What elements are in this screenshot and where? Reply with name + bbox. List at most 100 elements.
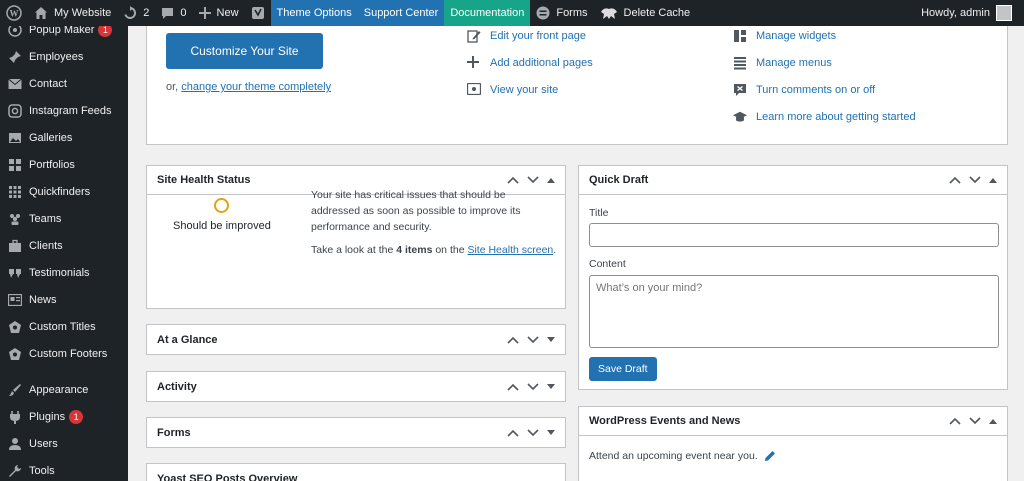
sidebar-item-custom-footers[interactable]: Custom Footers	[0, 340, 128, 367]
move-up-icon[interactable]	[507, 429, 519, 437]
sidebar-item-appearance[interactable]: Appearance	[0, 376, 128, 403]
sidebar-item-popup-maker[interactable]: Popup Maker 1	[0, 26, 128, 43]
delete-cache-label: Delete Cache	[623, 7, 691, 19]
move-up-icon[interactable]	[507, 176, 519, 184]
collapse-toggle-icon[interactable]	[547, 177, 555, 183]
delete-cache-link[interactable]: Delete Cache	[594, 0, 697, 26]
manage-menus-link[interactable]: Manage menus	[733, 56, 832, 70]
move-up-icon[interactable]	[949, 176, 961, 184]
move-down-icon[interactable]	[527, 382, 539, 391]
sidebar-item-label: Portfolios	[29, 158, 75, 171]
documentation-link[interactable]: Documentation	[444, 0, 531, 26]
yoast-menu[interactable]	[245, 0, 271, 26]
add-pages-label: Add additional pages	[490, 57, 593, 69]
getting-started-link[interactable]: Learn more about getting started	[733, 110, 916, 124]
move-up-icon[interactable]	[949, 417, 961, 425]
sidebar-item-portfolios[interactable]: Portfolios	[0, 151, 128, 178]
move-down-icon[interactable]	[527, 428, 539, 437]
comments-menu[interactable]: 0	[155, 0, 192, 26]
admin-icon	[8, 347, 22, 361]
site-name-menu[interactable]: My Website	[28, 0, 117, 26]
getting-started-label: Learn more about getting started	[756, 111, 916, 123]
move-down-icon[interactable]	[527, 176, 539, 184]
sidebar-item-contact[interactable]: Contact	[0, 70, 128, 97]
move-down-icon[interactable]	[527, 335, 539, 344]
expand-toggle-icon[interactable]	[547, 336, 555, 343]
add-pages-link[interactable]: Add additional pages	[467, 56, 593, 70]
sidebar-item-label: News	[29, 293, 57, 306]
sidebar-item-news[interactable]: News	[0, 286, 128, 313]
sidebar-item-teams[interactable]: Teams	[0, 205, 128, 232]
toggle-comments-link[interactable]: Turn comments on or off	[733, 83, 875, 97]
sidebar-item-custom-titles[interactable]: Custom Titles	[0, 313, 128, 340]
activity-widget: Activity	[146, 371, 566, 402]
widget-header[interactable]: Activity	[147, 372, 565, 401]
sidebar-item-users[interactable]: Users	[0, 430, 128, 457]
change-theme-link[interactable]: change your theme completely	[181, 81, 331, 93]
education-icon	[733, 110, 747, 124]
health-message: Your site has critical issues that shoul…	[311, 189, 521, 233]
support-center-link[interactable]: Support Center	[357, 0, 445, 26]
draft-content-textarea[interactable]	[589, 275, 999, 348]
edit-location-icon[interactable]	[764, 450, 776, 462]
widget-title: Activity	[157, 380, 197, 393]
briefcase-icon	[8, 239, 22, 253]
wordpress-logo-button[interactable]: W	[0, 0, 28, 26]
sidebar-item-label: Custom Titles	[29, 320, 96, 333]
sidebar-item-tools[interactable]: Tools	[0, 457, 128, 481]
customize-site-button[interactable]: Customize Your Site	[166, 33, 323, 69]
account-menu[interactable]: Howdy, admin	[915, 0, 1024, 26]
manage-menus-label: Manage menus	[756, 57, 832, 69]
health-status-label: Should be improved	[173, 220, 271, 232]
sidebar-item-label: Plugins	[29, 410, 66, 423]
updates-count: 2	[143, 7, 150, 19]
sidebar-item-clients[interactable]: Clients	[0, 232, 128, 259]
save-draft-button[interactable]: Save Draft	[589, 357, 657, 381]
sidebar-item-plugins[interactable]: Plugins 1	[0, 403, 128, 430]
mail-icon	[8, 77, 22, 91]
sidebar-item-instagram-feeds[interactable]: Instagram Feeds	[0, 97, 128, 124]
draft-title-input[interactable]	[589, 223, 999, 247]
yoast-icon	[251, 6, 265, 20]
on-the-text: on the	[435, 244, 465, 256]
collapse-toggle-icon[interactable]	[989, 418, 997, 424]
welcome-panel: Customize Your Site or, change your them…	[146, 26, 1008, 145]
view-site-icon	[467, 83, 481, 97]
sidebar-item-quickfinders[interactable]: Quickfinders	[0, 178, 128, 205]
manage-widgets-link[interactable]: Manage widgets	[733, 29, 836, 43]
expand-toggle-icon[interactable]	[547, 429, 555, 436]
move-up-icon[interactable]	[507, 383, 519, 391]
svg-text:W: W	[10, 9, 19, 19]
move-down-icon[interactable]	[969, 417, 981, 425]
updates-menu[interactable]: 2	[117, 0, 155, 26]
widget-header[interactable]: Forms	[147, 418, 565, 447]
collapse-toggle-icon[interactable]	[989, 177, 997, 183]
content-label: Content	[589, 258, 626, 270]
widget-header[interactable]: Yoast SEO Posts Overview	[147, 464, 565, 481]
widget-header[interactable]: At a Glance	[147, 325, 565, 354]
instagram-icon	[8, 103, 22, 118]
widget-title: Forms	[157, 426, 191, 439]
expand-toggle-icon[interactable]	[547, 383, 555, 390]
title-label: Title	[589, 207, 609, 219]
sidebar-item-employees[interactable]: Employees	[0, 43, 128, 70]
move-up-icon[interactable]	[507, 336, 519, 344]
sidebar-item-label: Users	[29, 437, 58, 450]
sidebar-item-label: Galleries	[29, 131, 73, 144]
new-content-menu[interactable]: New	[193, 0, 245, 26]
view-site-link[interactable]: View your site	[467, 83, 558, 97]
news-icon	[8, 293, 22, 307]
sidebar-item-label: Appearance	[29, 383, 89, 396]
forms-menu[interactable]: Forms	[530, 0, 593, 26]
sidebar-item-galleries[interactable]: Galleries	[0, 124, 128, 151]
menu-separator	[0, 367, 128, 376]
move-down-icon[interactable]	[969, 176, 981, 184]
user-icon	[8, 437, 22, 451]
edit-front-page-link[interactable]: Edit your front page	[467, 29, 586, 43]
sidebar-item-testimonials[interactable]: Testimonials	[0, 259, 128, 286]
sidebar-item-label: Custom Footers	[29, 347, 108, 360]
new-label: New	[216, 7, 239, 19]
site-health-screen-link[interactable]: Site Health screen	[467, 244, 553, 256]
attend-event-text: Attend an upcoming event near you.	[589, 450, 758, 462]
theme-options-link[interactable]: Theme Options	[270, 0, 358, 26]
